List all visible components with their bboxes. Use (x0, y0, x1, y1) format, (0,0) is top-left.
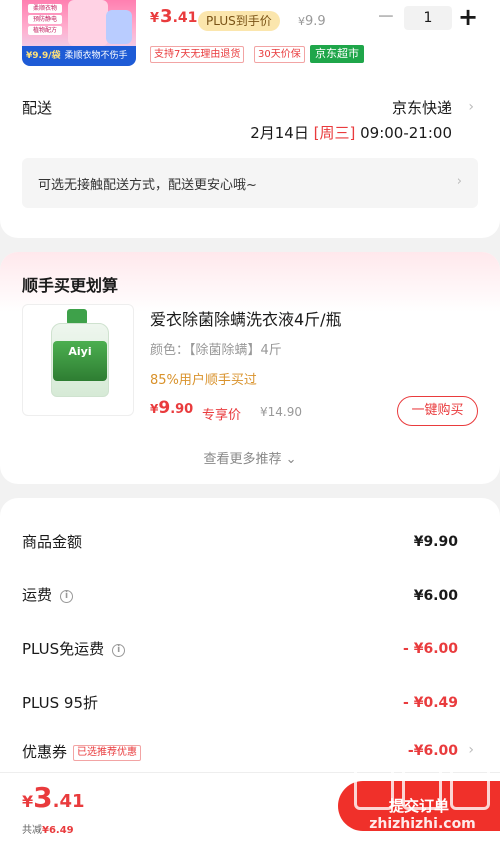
coupon-recommend-tag: 已选推荐优惠 (73, 745, 142, 761)
delivery-slot: 09:00-21:00 (360, 124, 452, 142)
chevron-right-icon[interactable]: › (468, 742, 474, 758)
total-price: ¥3.41 (22, 781, 85, 814)
service-tag-price-protect: 30天价保 (254, 46, 305, 63)
recommend-spec[interactable]: 颜色：【除菌除螨】4斤 (150, 339, 282, 358)
cost-label-plus-discount: PLUS 95折 (22, 694, 99, 712)
thumb-tag: 预防静电 (28, 15, 62, 24)
price-dec: .41 (172, 10, 198, 26)
plus-icon[interactable]: + (456, 5, 480, 29)
delivery-label: 配送 (22, 99, 53, 117)
cost-value-plus-freight: - ¥6.00 (403, 641, 458, 657)
exclusive-price-label: 专享价 (202, 408, 242, 423)
plus-price-badge: PLUS到手价 (198, 11, 280, 31)
orig-price-symbol: ¥ (298, 15, 305, 28)
checkout-bar: ¥3.41 共减¥6.49 提交订单 (0, 772, 500, 843)
original-price: ¥9.9 (298, 14, 326, 29)
cost-row-plus-freight: PLUS免运费 i (22, 638, 126, 659)
recommend-original-price: ¥14.90 (260, 405, 302, 419)
view-more-recommendations[interactable]: 查看更多推荐 ⌄ (0, 448, 500, 467)
info-icon[interactable]: i (60, 590, 74, 603)
product-price: ¥3.41 (150, 6, 197, 27)
cost-value-freight: ¥6.00 (413, 588, 458, 604)
price-symbol: ¥ (22, 792, 34, 811)
cost-label-plus-freight: PLUS免运费 (22, 640, 105, 658)
service-tag-return: 支持7天无理由退货 (150, 46, 245, 63)
one-click-buy-button[interactable]: 一键购买 (397, 396, 478, 426)
chevron-right-icon: › (456, 174, 462, 189)
recommend-buy-rate: 85%用户顺手买过 (150, 373, 257, 388)
thumb-banner-text: 柔顺衣物不伤手 (64, 51, 128, 61)
product-bottle-image (68, 0, 108, 46)
price-int: 9 (158, 398, 171, 418)
cost-value-goods: ¥9.90 (413, 534, 458, 550)
recommend-product-name[interactable]: 爱衣除菌除螨洗衣液4斤/瓶 (150, 306, 342, 330)
contactless-delivery-notice[interactable]: 可选无接触配送方式，配送更安心哦~ › (22, 158, 478, 208)
cost-value-plus-discount: - ¥0.49 (403, 695, 458, 711)
savings-prefix: 共减 (22, 825, 42, 836)
orig-price-value: 9.9 (305, 14, 326, 29)
recommend-price: ¥9.90 (150, 398, 193, 418)
info-icon[interactable]: i (112, 644, 126, 657)
thumb-banner: ¥9.9/袋 柔顺衣物不伤手 (22, 46, 136, 66)
chevron-right-icon[interactable]: › (468, 99, 474, 115)
minus-icon[interactable]: − (374, 6, 398, 30)
submit-order-button[interactable]: 提交订单 (338, 781, 500, 831)
cost-row-freight: 运费 i (22, 584, 74, 605)
price-dec: .41 (52, 791, 85, 812)
recommend-product-image[interactable]: Aiyi (22, 304, 134, 416)
notice-text: 可选无接触配送方式，配送更安心哦~ (38, 178, 257, 193)
price-dec: .90 (170, 402, 194, 417)
delivery-weekday: [周三] (313, 124, 356, 142)
delivery-time[interactable]: 2月14日 [周三] 09:00-21:00 (250, 122, 452, 143)
cost-label-goods: 商品金额 (22, 533, 83, 551)
thumb-tag: 柔顺衣物 (28, 4, 62, 13)
order-product-card: 柔顺衣物 预防静电 植物配方 ¥9.9/袋 柔顺衣物不伤手 ¥3.41 PLUS到… (0, 0, 500, 238)
thumb-banner-price: ¥9.9/袋 (26, 51, 61, 61)
product-bottle-image (106, 10, 132, 44)
delivery-date: 2月14日 (250, 124, 309, 142)
total-savings: 共减¥6.49 (22, 821, 74, 836)
jd-supermarket-tag: 京东超市 (310, 45, 364, 63)
cost-summary-card: 商品金额 ¥9.90 运费 i ¥6.00 PLUS免运费 i - ¥6.00 PL… (0, 498, 500, 798)
thumb-tag: 植物配方 (28, 26, 62, 35)
cost-label-coupon: 优惠券 (22, 743, 68, 761)
cost-value-coupon[interactable]: -¥6.00 (408, 743, 458, 759)
recommend-card: 顺手买更划算 Aiyi 爱衣除菌除螨洗衣液4斤/瓶 颜色：【除菌除螨】4斤 85… (0, 252, 500, 484)
price-int: 3 (33, 781, 53, 814)
bottle-label: Aiyi (53, 341, 107, 381)
savings-amount: ¥6.49 (42, 825, 74, 836)
quantity-input[interactable]: 1 (404, 6, 452, 30)
recommend-title: 顺手买更划算 (22, 276, 119, 295)
cost-label-freight: 运费 (22, 586, 53, 604)
price-int: 3 (160, 6, 173, 27)
cost-row-coupon[interactable]: 优惠券 已选推荐优惠 (22, 741, 142, 762)
delivery-carrier[interactable]: 京东快递 (392, 97, 452, 118)
price-symbol: ¥ (150, 11, 160, 26)
product-thumbnail[interactable]: 柔顺衣物 预防静电 植物配方 ¥9.9/袋 柔顺衣物不伤手 (22, 0, 136, 66)
